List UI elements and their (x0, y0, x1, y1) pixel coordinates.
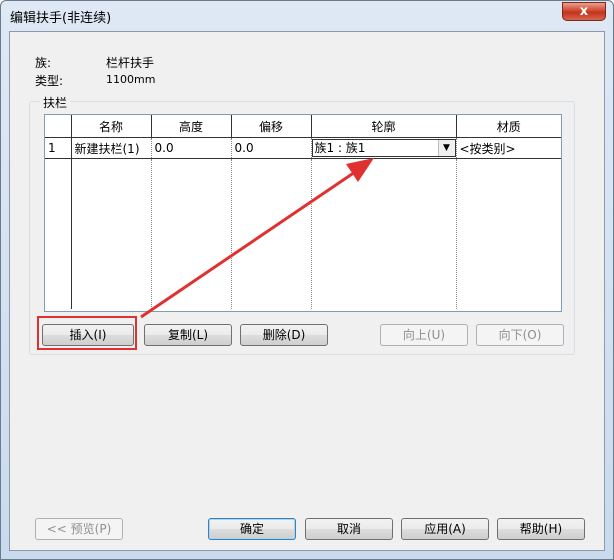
apply-button[interactable]: 应用(A) (401, 518, 489, 540)
family-value: 栏杆扶手 (106, 56, 155, 70)
column-header-height[interactable]: 高度 (151, 115, 232, 138)
delete-button[interactable]: 删除(D) (240, 324, 328, 346)
column-header-material[interactable]: 材质 (456, 115, 561, 138)
empty-table-area (45, 158, 561, 309)
height-cell[interactable]: 0.0 (151, 137, 232, 159)
profile-dropdown-value: 族1 : 族1 (314, 141, 366, 155)
family-label: 族: (35, 56, 52, 70)
profile-cell[interactable]: 族1 : 族1 ▼ (311, 137, 457, 159)
help-button[interactable]: 帮助(H) (497, 518, 585, 540)
table-header-row: 名称 高度 偏移 轮廓 材质 (45, 115, 561, 138)
type-label: 类型: (35, 74, 64, 88)
offset-cell[interactable]: 0.0 (231, 137, 312, 159)
rails-table[interactable]: 名称 高度 偏移 轮廓 材质 1 新建扶栏(1) 0.0 0.0 族1 : 族1… (44, 114, 562, 312)
copy-button[interactable]: 复制(L) (144, 324, 232, 346)
column-header-name[interactable]: 名称 (71, 115, 152, 138)
title-bar[interactable]: 编辑扶手(非连续) x (1, 1, 613, 31)
dropdown-arrow-icon[interactable]: ▼ (437, 140, 455, 156)
column-header-offset[interactable]: 偏移 (231, 115, 312, 138)
insert-button-highlight (37, 316, 137, 350)
column-header-profile[interactable]: 轮廓 (311, 115, 457, 138)
profile-dropdown[interactable]: 族1 : 族1 ▼ (311, 139, 455, 157)
move-up-button[interactable]: 向上(U) (380, 324, 468, 346)
row-index-cell[interactable]: 1 (45, 137, 72, 159)
preview-button[interactable]: << 预览(P) (35, 518, 123, 540)
column-header-index (45, 115, 72, 138)
close-button[interactable]: x (562, 2, 606, 21)
table-row[interactable]: 1 新建扶栏(1) 0.0 0.0 族1 : 族1 ▼ <按类别> (45, 137, 561, 159)
dialog-title: 编辑扶手(非连续) (10, 11, 112, 26)
rails-group-title: 扶栏 (40, 94, 71, 111)
cancel-button[interactable]: 取消 (305, 518, 393, 540)
name-cell[interactable]: 新建扶栏(1) (71, 137, 152, 159)
material-cell[interactable]: <按类别> (456, 137, 561, 159)
move-down-button[interactable]: 向下(O) (476, 324, 564, 346)
type-value: 1100mm (106, 73, 156, 86)
ok-button[interactable]: 确定 (208, 518, 296, 540)
